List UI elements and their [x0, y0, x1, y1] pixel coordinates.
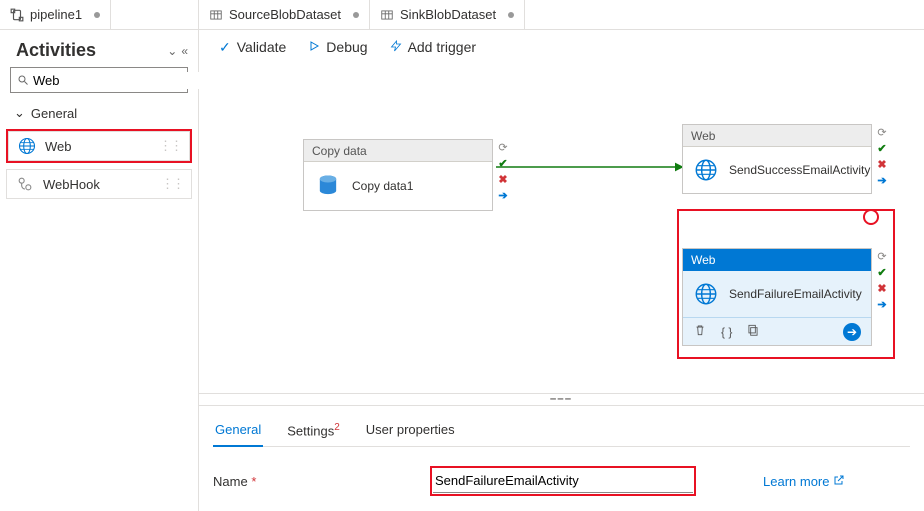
node-success-head: Web — [691, 129, 715, 143]
pipeline-icon — [10, 8, 24, 22]
canvas-node-send-success[interactable]: Web SendSuccessEmailActivity ⟳ ✔ ✖ ➔ — [682, 124, 872, 194]
debug-button[interactable]: Debug — [308, 39, 367, 55]
tab-sink-dataset[interactable]: SinkBlobDataset — [370, 0, 525, 29]
add-trigger-label: Add trigger — [408, 39, 476, 55]
tab-source-dataset[interactable]: SourceBlobDataset — [199, 0, 370, 29]
chevron-down-icon: ⌄ — [167, 44, 177, 58]
node-success-port-icon[interactable]: ✔ — [875, 265, 889, 279]
unsaved-dot-icon — [508, 12, 514, 18]
node-success-port-icon[interactable]: ✔ — [496, 156, 510, 170]
activity-group-general[interactable]: ⌄ General — [0, 101, 198, 125]
copy-icon[interactable] — [746, 323, 760, 340]
node-collapse-icon[interactable]: ⟳ — [496, 140, 510, 154]
node-success-title: SendSuccessEmailActivity — [729, 163, 870, 177]
drag-grip-icon: ⋮⋮ — [161, 176, 183, 192]
go-icon[interactable]: ➔ — [843, 323, 861, 341]
node-copy-title: Copy data1 — [352, 179, 413, 193]
tab-source-dataset-label: SourceBlobDataset — [229, 7, 341, 22]
name-input[interactable] — [433, 469, 693, 493]
selection-circle-icon — [863, 209, 879, 225]
node-completion-port-icon[interactable]: ➔ — [496, 188, 510, 202]
chevron-down-icon: ⌄ — [14, 105, 25, 121]
delete-icon[interactable] — [693, 323, 707, 340]
detail-panel: General Settings2 User properties Name *… — [199, 405, 924, 511]
globe-icon — [693, 157, 719, 183]
add-trigger-button[interactable]: Add trigger — [390, 39, 476, 56]
node-failure-port-icon[interactable]: ✖ — [875, 281, 889, 295]
database-icon — [314, 172, 342, 200]
globe-icon — [17, 136, 37, 156]
canvas-node-copy-data[interactable]: Copy data Copy data1 ⟳ ✔ ✖ ➔ — [303, 139, 493, 211]
play-icon — [308, 39, 320, 55]
activity-item-web-label: Web — [45, 139, 72, 154]
debug-label: Debug — [326, 39, 367, 55]
unsaved-dot-icon — [94, 12, 100, 18]
search-icon — [17, 74, 29, 86]
check-icon: ✓ — [219, 39, 231, 56]
activity-item-web-highlight: Web ⋮⋮ — [6, 129, 192, 163]
dataset-icon — [209, 8, 223, 22]
activity-group-general-label: General — [31, 106, 77, 121]
detail-tab-general[interactable]: General — [213, 416, 263, 446]
node-failure-head: Web — [691, 253, 715, 267]
node-completion-port-icon[interactable]: ➔ — [875, 173, 889, 187]
detail-panel-resize-handle[interactable]: ━━━ — [199, 393, 924, 405]
code-icon[interactable]: { } — [721, 325, 732, 339]
node-collapse-icon[interactable]: ⟳ — [875, 249, 889, 263]
node-failure-port-icon[interactable]: ✖ — [496, 172, 510, 186]
validate-button[interactable]: ✓ Validate — [219, 39, 286, 56]
lightning-icon — [390, 39, 402, 56]
name-field-highlight — [433, 469, 693, 493]
collapse-panel-chevrons[interactable]: ⌄ « — [167, 44, 188, 58]
dataset-icon — [380, 8, 394, 22]
unsaved-dot-icon — [353, 12, 359, 18]
tab-pipeline[interactable]: pipeline1 — [0, 0, 111, 29]
drag-grip-icon: ⋮⋮ — [159, 138, 181, 154]
node-failure-title: SendFailureEmailActivity — [729, 287, 862, 301]
external-link-icon — [833, 474, 845, 489]
success-connector-arrow — [496, 162, 696, 192]
tab-sink-dataset-label: SinkBlobDataset — [400, 7, 496, 22]
node-failure-port-icon[interactable]: ✖ — [875, 157, 889, 171]
activity-item-webhook-label: WebHook — [43, 177, 100, 192]
required-asterisk-icon: * — [251, 474, 256, 489]
activities-search[interactable] — [10, 67, 188, 93]
name-field-label: Name * — [213, 474, 403, 489]
globe-icon — [693, 281, 719, 307]
canvas-node-send-failure[interactable]: Web SendFailureEmailActivity { } ➔ ⟳ ✔ — [682, 248, 872, 346]
activities-search-input[interactable] — [29, 72, 211, 89]
node-copy-head: Copy data — [312, 144, 367, 158]
pipeline-canvas[interactable]: Copy data Copy data1 ⟳ ✔ ✖ ➔ Web — [199, 64, 924, 393]
chevron-left-icon: « — [181, 44, 188, 58]
node-collapse-icon[interactable]: ⟳ — [875, 125, 889, 139]
tab-pipeline-label: pipeline1 — [30, 7, 82, 22]
activity-item-webhook[interactable]: WebHook ⋮⋮ — [6, 169, 192, 199]
settings-badge: 2 — [334, 422, 340, 433]
learn-more-link[interactable]: Learn more — [763, 474, 845, 489]
webhook-icon — [15, 174, 35, 194]
activity-item-web[interactable]: Web ⋮⋮ — [8, 131, 190, 161]
activities-title: Activities — [16, 40, 96, 61]
node-success-port-icon[interactable]: ✔ — [875, 141, 889, 155]
detail-tab-user-properties[interactable]: User properties — [364, 416, 457, 446]
node-completion-port-icon[interactable]: ➔ — [875, 297, 889, 311]
validate-label: Validate — [237, 39, 287, 55]
detail-tab-settings[interactable]: Settings2 — [285, 416, 342, 446]
